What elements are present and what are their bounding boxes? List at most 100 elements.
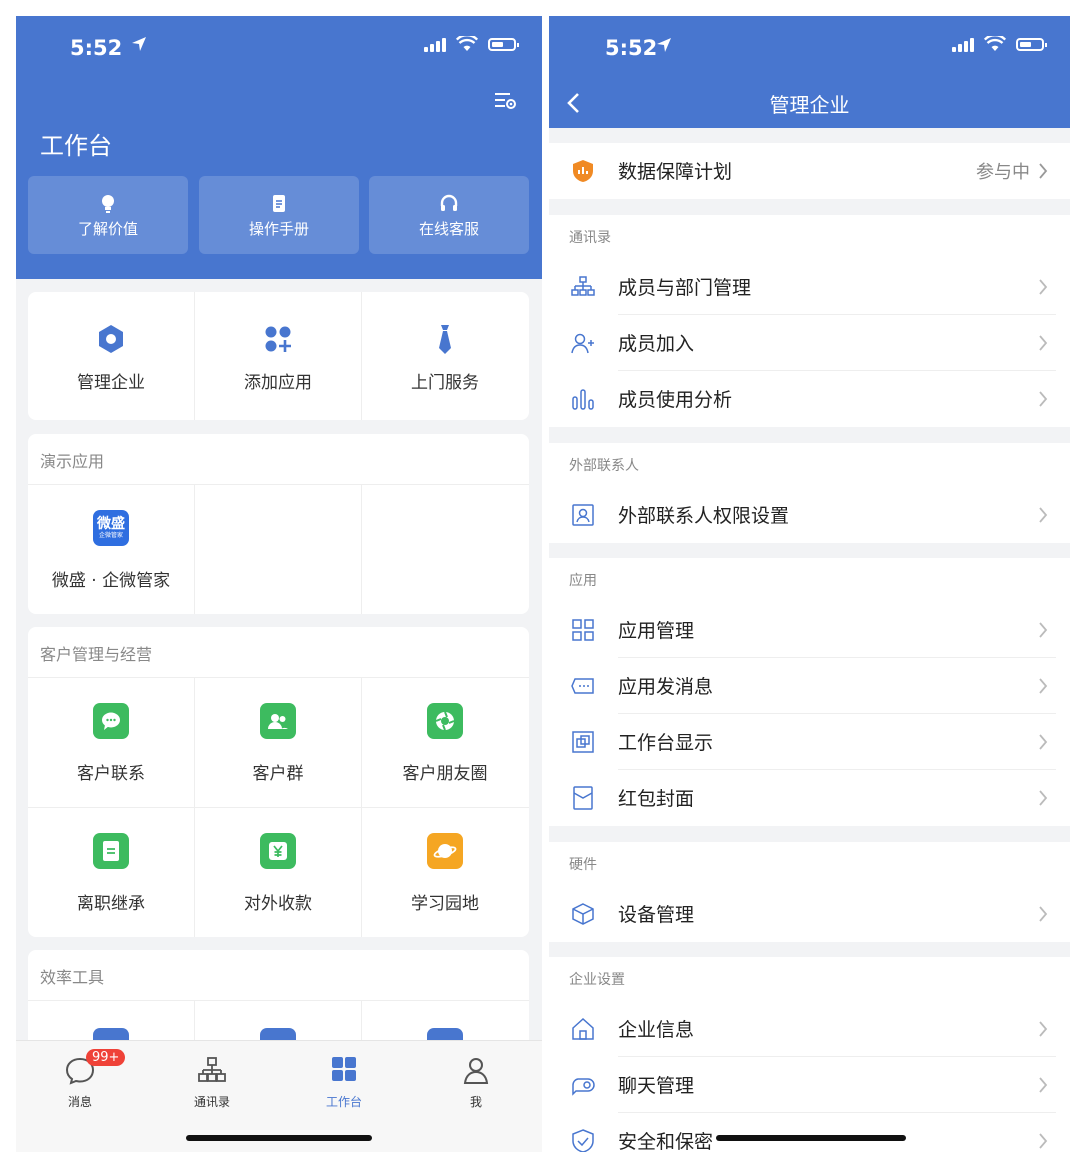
grid-item-customer-group[interactable]: 客户群: [195, 677, 361, 807]
tab-me[interactable]: 我: [426, 1041, 526, 1121]
signal-icon: [952, 36, 974, 52]
row-label: 成员使用分析: [618, 389, 733, 411]
grid-item-learning[interactable]: 学习园地: [362, 807, 528, 937]
home-indicator: [186, 1135, 372, 1141]
management-card: 管理企业 添加应用 上门服务: [28, 292, 529, 420]
grid-item-label: 微盛 · 企微管家: [51, 571, 171, 591]
tab-workbench[interactable]: 工作台: [294, 1041, 394, 1121]
row-workbench-display[interactable]: 工作台显示: [549, 714, 1070, 770]
grid-item-label: 客户朋友圈: [402, 764, 488, 784]
tab-contacts[interactable]: 通讯录: [162, 1041, 262, 1121]
row-enterprise-info[interactable]: 企业信息: [549, 1001, 1070, 1057]
tab-label: 通讯录: [193, 1095, 230, 1109]
chevron-right-icon: [1039, 906, 1048, 922]
grid-item-label: 客户联系: [77, 764, 145, 784]
data-plan-group: 数据保障计划 参与中: [549, 143, 1070, 199]
grid-item-onsite-service[interactable]: 上门服务: [362, 292, 528, 420]
participation-status: 参与中: [976, 162, 1030, 183]
row-data-protection-plan[interactable]: 数据保障计划 参与中: [549, 143, 1070, 199]
chevron-right-icon: [1039, 1077, 1048, 1093]
location-arrow-icon: [655, 35, 673, 59]
grid-item-resign-inherit[interactable]: 离职继承: [28, 807, 194, 937]
row-label: 设备管理: [618, 904, 695, 926]
weisheng-logo: 微盛 企微管家: [93, 510, 129, 546]
cube-icon: [572, 903, 594, 925]
logo-subtext: 企微管家: [98, 532, 123, 539]
grid-item-manage-enterprise[interactable]: 管理企业: [28, 292, 194, 420]
transfer-icon: [93, 833, 129, 869]
row-external-contact-permissions[interactable]: 外部联系人权限设置: [549, 487, 1070, 543]
row-chat-manage[interactable]: 聊天管理: [549, 1057, 1070, 1113]
quick-action-manual[interactable]: 操作手册: [199, 176, 359, 254]
workbench-header: 5:52 工作台 了解价值 操作手册 在线客服: [16, 16, 542, 279]
hardware-section: 硬件 设备管理: [549, 842, 1070, 942]
customer-management-card: 客户管理与经营 客户联系 客户群 客户朋友圈 离职继承 对外收款 学习园地: [28, 627, 529, 937]
row-app-manage[interactable]: 应用管理: [549, 602, 1070, 658]
chevron-right-icon: [1039, 507, 1048, 523]
workbench-screen: 5:52 工作台 了解价值 操作手册 在线客服 管理企业 添加应用 上门服务 演…: [16, 16, 542, 1152]
row-security[interactable]: 安全和保密: [549, 1113, 1070, 1152]
home-indicator: [716, 1135, 906, 1141]
contact-card-icon: [572, 504, 594, 526]
quick-action-label: 了解价值: [77, 220, 138, 238]
lightbulb-icon: [28, 194, 188, 214]
page-title: 管理企业: [769, 93, 850, 117]
row-red-packet-cover[interactable]: 红包封面: [549, 770, 1070, 826]
row-label: 安全和保密: [618, 1131, 714, 1152]
home-icon: [572, 1017, 594, 1040]
contacts-section: 通讯录 成员与部门管理 成员加入 成员使用分析: [549, 215, 1070, 427]
grid-item-customer-contact[interactable]: 客户联系: [28, 677, 194, 807]
settings-icon[interactable]: [492, 88, 518, 114]
row-label: 应用发消息: [618, 676, 714, 698]
row-device-manage[interactable]: 设备管理: [549, 886, 1070, 942]
row-app-send-message[interactable]: 应用发消息: [549, 658, 1070, 714]
row-label: 聊天管理: [618, 1075, 695, 1097]
row-member-dept-manage[interactable]: 成员与部门管理: [549, 259, 1070, 315]
row-label: 数据保障计划: [618, 161, 733, 183]
tab-messages[interactable]: 99+ 消息: [30, 1041, 130, 1121]
grid-icon: [572, 619, 594, 641]
grid-item-label: 管理企业: [77, 373, 145, 393]
external-contacts-section: 外部联系人 外部联系人权限设置: [549, 443, 1070, 543]
grid-item-label: 学习园地: [411, 894, 479, 914]
chevron-right-icon: [1039, 790, 1048, 806]
section-title: 外部联系人: [569, 458, 639, 474]
grid-item-external-payment[interactable]: 对外收款: [195, 807, 361, 937]
status-bar: 5:52: [16, 16, 542, 76]
chevron-right-icon: [1039, 391, 1048, 407]
quick-action-value[interactable]: 了解价值: [28, 176, 188, 254]
tab-label: 我: [469, 1095, 482, 1109]
tab-label: 消息: [67, 1095, 92, 1109]
group-icon: [260, 703, 296, 739]
hexagon-icon: [95, 323, 127, 359]
workbench-icon: [332, 1057, 356, 1081]
row-label: 企业信息: [618, 1019, 695, 1041]
status-time: 5:52: [605, 36, 658, 60]
document-icon: [199, 194, 359, 214]
grid-item-label: 离职继承: [77, 894, 145, 914]
headphones-icon: [369, 194, 529, 214]
row-member-join[interactable]: 成员加入: [549, 315, 1070, 371]
section-title: 通讯录: [569, 230, 611, 246]
battery-icon: [488, 37, 519, 51]
quick-action-label: 在线客服: [418, 220, 479, 238]
org-chart-icon: [571, 276, 595, 296]
chevron-right-icon: [1039, 335, 1048, 351]
section-title: 硬件: [569, 857, 597, 873]
quick-action-support[interactable]: 在线客服: [369, 176, 529, 254]
grid-item-weisheng[interactable]: 微盛 企微管家 微盛 · 企微管家: [28, 484, 194, 614]
chevron-right-icon: [1039, 279, 1048, 295]
row-member-usage-analysis[interactable]: 成员使用分析: [549, 371, 1070, 427]
nav-bar: 5:52 管理企业: [549, 16, 1070, 128]
profile-icon: [463, 1058, 489, 1084]
add-member-icon: [571, 333, 594, 354]
section-title: 演示应用: [40, 452, 105, 471]
row-label: 成员加入: [618, 333, 695, 355]
grid-item-add-app[interactable]: 添加应用: [195, 292, 361, 420]
apps-section: 应用 应用管理 应用发消息 工作台显示 红包封面: [549, 558, 1070, 826]
tab-label: 工作台: [325, 1095, 362, 1109]
grid-item-customer-moments[interactable]: 客户朋友圈: [362, 677, 528, 807]
enterprise-settings-section: 企业设置 企业信息 聊天管理 安全和保密: [549, 957, 1070, 1152]
manage-enterprise-screen: 5:52 管理企业 数据保障计划 参与中 通讯录 成员与部门管理 成员加入 成员…: [549, 16, 1070, 1152]
chevron-right-icon: [1039, 734, 1048, 750]
